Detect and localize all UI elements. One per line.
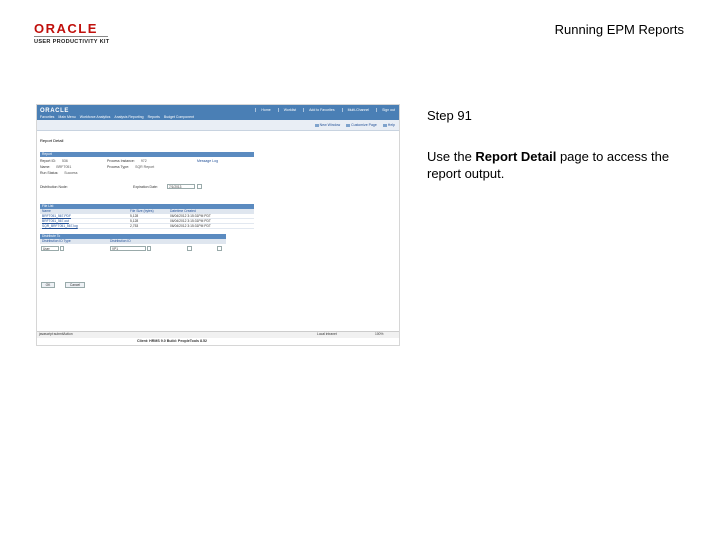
file-link[interactable]: SQR_BRFT051_567.log <box>42 224 78 229</box>
screenshot-logo: ORACLE <box>40 108 69 114</box>
col-distribution-id: Distribution ID <box>110 239 131 243</box>
logo-product: USER PRODUCTIVITY KIT <box>34 39 110 45</box>
help-link[interactable]: Help <box>382 123 395 127</box>
menu-workforce[interactable]: Workforce Analytics <box>80 115 111 119</box>
screenshot-header-bar: ORACLE Home Worklist Add to Favorites Mu… <box>37 105 399 120</box>
name-field: Name: BRFT051 <box>40 165 72 169</box>
step-desc-bold: Report Detail <box>475 149 557 164</box>
menu-reports[interactable]: Reports <box>148 115 160 119</box>
top-link-home[interactable]: Home <box>255 108 271 112</box>
top-link-favorites[interactable]: Add to Favorites <box>303 108 335 112</box>
process-type-field: Process Type: SQR Report <box>107 165 155 169</box>
menu-analysis[interactable]: Analysis Reporting <box>114 115 143 119</box>
cancel-button[interactable]: Cancel <box>65 282 85 288</box>
status-text: javascript:submitAction <box>39 332 73 336</box>
add-row-icon[interactable] <box>187 246 192 251</box>
table-row: SQR_BRFT051_567.log 2,753 06/04/2012 3:1… <box>40 224 254 229</box>
distribution-type-select[interactable]: User <box>41 246 59 251</box>
calendar-icon[interactable] <box>197 184 202 189</box>
ok-button[interactable]: OK <box>41 282 55 288</box>
expiration-date-field: Expiration Date: <box>133 185 158 189</box>
delete-row-icon[interactable] <box>217 246 222 251</box>
application-screenshot: ORACLE Home Worklist Add to Favorites Mu… <box>36 104 400 346</box>
screenshot-top-links: Home Worklist Add to Favorites Multi-Cha… <box>248 108 395 112</box>
zoom-level[interactable]: 100% <box>375 332 383 337</box>
distribute-to-columns: Distribution ID Type Distribution ID <box>40 239 226 244</box>
step-description: Use the Report Detail page to access the… <box>427 148 677 182</box>
screenshot-caption: Client: HRMS 9.0 Build: PeopleTools 8.52 <box>137 339 208 343</box>
new-window-icon <box>314 123 319 127</box>
oracle-upk-logo: ORACLE USER PRODUCTIVITY KIT <box>34 22 124 46</box>
step-title: Step 91 <box>427 108 472 123</box>
report-section-header: Report <box>40 152 254 157</box>
menu-favorites[interactable]: Favorites <box>40 115 54 119</box>
screenshot-toolbar: New Window Customize Page Help <box>37 120 399 131</box>
browser-status-bar: javascript:submitAction Local intranet 1… <box>37 331 399 338</box>
process-instance-field: Process Instance: 972 <box>107 159 147 163</box>
run-status-field: Run Status: Success <box>40 171 78 175</box>
new-window-link[interactable]: New Window <box>314 123 340 127</box>
report-detail-title: Report Detail <box>40 138 64 143</box>
lookup-icon[interactable] <box>147 246 151 251</box>
message-log-link[interactable]: Message Log <box>197 159 218 163</box>
distribution-node-field: Distribution Node: <box>40 185 68 189</box>
help-icon <box>382 123 387 127</box>
screenshot-menu: Favorites Main Menu Workforce Analytics … <box>40 115 198 119</box>
customize-page-link[interactable]: Customize Page <box>346 123 377 127</box>
menu-budget[interactable]: Budget Component <box>164 115 194 119</box>
distribution-id-input[interactable]: VP1 <box>110 246 146 251</box>
top-link-worklist[interactable]: Worklist <box>277 108 296 112</box>
logo-brand: ORACLE <box>34 21 98 36</box>
file-datetime: 06/04/2012 3:15:31PM PDT <box>170 224 211 228</box>
menu-main[interactable]: Main Menu <box>58 115 75 119</box>
top-link-multichannel[interactable]: Multi-Channel <box>341 108 369 112</box>
expiration-date-input[interactable]: 7/1/2013 <box>167 184 195 189</box>
step-desc-prefix: Use the <box>427 149 476 164</box>
col-distribution-type: Distribution ID Type <box>42 239 71 243</box>
zone-text: Local intranet <box>317 332 337 336</box>
chevron-down-icon[interactable] <box>60 246 64 251</box>
report-id-field: Report ID: 536 <box>40 159 68 163</box>
file-size: 2,753 <box>130 224 139 228</box>
page-title: Running EPM Reports <box>554 22 684 37</box>
logo-rule <box>34 36 108 37</box>
customize-icon <box>346 123 351 127</box>
top-link-signout[interactable]: Sign out <box>376 108 395 112</box>
